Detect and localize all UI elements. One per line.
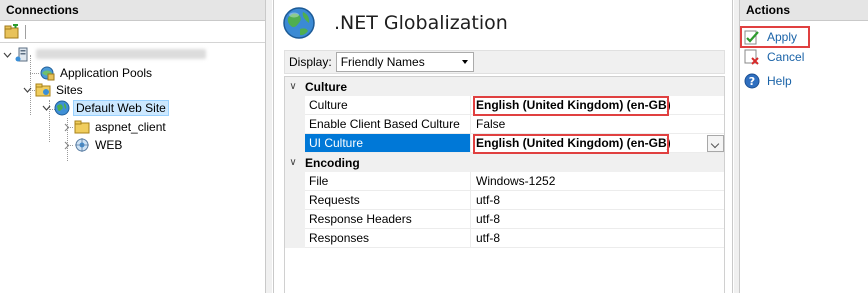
- actions-pane: Actions Apply Cancel ? Help: [739, 0, 868, 293]
- connections-toolbar: [0, 21, 265, 43]
- chevron-right-icon[interactable]: [61, 140, 72, 151]
- category-name: Culture: [305, 79, 347, 94]
- help-action[interactable]: ? Help: [744, 72, 792, 90]
- left-splitter[interactable]: [266, 0, 272, 293]
- collapse-chevron-icon[interactable]: ∨: [285, 157, 301, 168]
- property-name: Culture: [305, 96, 471, 115]
- property-value-dropdown[interactable]: English (United Kingdom) (en-GB): [471, 134, 724, 153]
- connections-header: Connections: [0, 0, 265, 21]
- property-value[interactable]: English (United Kingdom) (en-GB): [471, 96, 724, 115]
- feature-header: .NET Globalization: [282, 6, 508, 40]
- actions-header: Actions: [740, 0, 868, 21]
- category-culture[interactable]: ∨ Culture: [285, 77, 724, 96]
- globe-icon: [54, 100, 70, 116]
- page-title: .NET Globalization: [334, 12, 508, 34]
- category-encoding[interactable]: ∨ Encoding: [285, 153, 724, 172]
- property-row[interactable]: Culture English (United Kingdom) (en-GB): [285, 96, 724, 115]
- connections-pane: Connections Application Pools Sites Defa…: [0, 0, 266, 293]
- server-name-redacted: [36, 49, 206, 59]
- property-row[interactable]: Requests utf-8: [285, 191, 724, 210]
- tree-label: WEB: [95, 138, 123, 152]
- chevron-down-icon[interactable]: [41, 103, 52, 114]
- tree-node-default-web-site[interactable]: Default Web Site: [41, 99, 169, 117]
- display-select-value: Friendly Names: [340, 55, 425, 69]
- property-name: Response Headers: [305, 210, 471, 229]
- help-link[interactable]: Help: [767, 74, 792, 88]
- tree-node-sites[interactable]: Sites: [22, 81, 85, 99]
- display-label: Display:: [289, 55, 332, 69]
- property-name: UI Culture: [305, 134, 471, 153]
- svg-text:?: ?: [749, 75, 755, 88]
- property-row-selected[interactable]: UI Culture English (United Kingdom) (en-…: [285, 134, 724, 153]
- folder-icon: [74, 120, 90, 134]
- tree-node-server[interactable]: [2, 46, 208, 64]
- tree-node-app-pools[interactable]: Application Pools: [39, 64, 154, 82]
- property-name: File: [305, 172, 471, 191]
- tree-node-aspnet-client[interactable]: aspnet_client: [61, 118, 168, 136]
- app-pools-icon: [40, 66, 55, 81]
- collapse-chevron-icon[interactable]: ∨: [285, 81, 301, 92]
- property-value[interactable]: False: [471, 115, 724, 134]
- server-icon: [15, 47, 28, 62]
- chevron-down-icon[interactable]: [22, 85, 33, 96]
- chevron-down-icon[interactable]: [2, 50, 13, 61]
- property-value[interactable]: utf-8: [471, 191, 724, 210]
- tree-node-web[interactable]: WEB: [61, 136, 124, 154]
- property-value[interactable]: Windows-1252: [471, 172, 724, 191]
- tree-label: aspnet_client: [95, 120, 166, 134]
- property-name: Requests: [305, 191, 471, 210]
- chevron-right-icon[interactable]: [61, 122, 72, 133]
- highlight-box-apply: [740, 26, 810, 48]
- property-value[interactable]: utf-8: [471, 210, 724, 229]
- property-row[interactable]: Response Headers utf-8: [285, 210, 724, 229]
- display-toolbar: Display: Friendly Names: [284, 50, 725, 74]
- tree-label: Sites: [56, 83, 83, 97]
- category-name: Encoding: [305, 155, 360, 170]
- property-value-text: English (United Kingdom) (en-GB): [476, 136, 671, 150]
- help-icon: ?: [744, 73, 760, 89]
- sites-folder-icon: [35, 83, 51, 97]
- property-value[interactable]: utf-8: [471, 229, 724, 248]
- dropdown-arrow-icon: [461, 60, 468, 64]
- display-select[interactable]: Friendly Names: [335, 52, 474, 72]
- new-connection-icon[interactable]: [4, 24, 20, 39]
- web-application-icon: [75, 138, 89, 152]
- property-name: Enable Client Based Culture: [305, 115, 471, 134]
- toolbar-separator: [25, 25, 26, 39]
- property-grid: ∨ Culture Culture English (United Kingdo…: [284, 76, 725, 293]
- property-name: Responses: [305, 229, 471, 248]
- cancel-link[interactable]: Cancel: [767, 50, 804, 64]
- cancel-action[interactable]: Cancel: [744, 48, 804, 66]
- property-row[interactable]: File Windows-1252: [285, 172, 724, 191]
- tree-label: Default Web Site: [73, 100, 169, 116]
- feature-pane: .NET Globalization Display: Friendly Nam…: [273, 0, 733, 293]
- property-row[interactable]: Responses utf-8: [285, 229, 724, 248]
- globe-icon: [283, 7, 315, 39]
- property-row[interactable]: Enable Client Based Culture False: [285, 115, 724, 134]
- dropdown-button[interactable]: [707, 135, 724, 152]
- tree-label: Application Pools: [60, 66, 153, 80]
- cancel-icon: [744, 49, 759, 65]
